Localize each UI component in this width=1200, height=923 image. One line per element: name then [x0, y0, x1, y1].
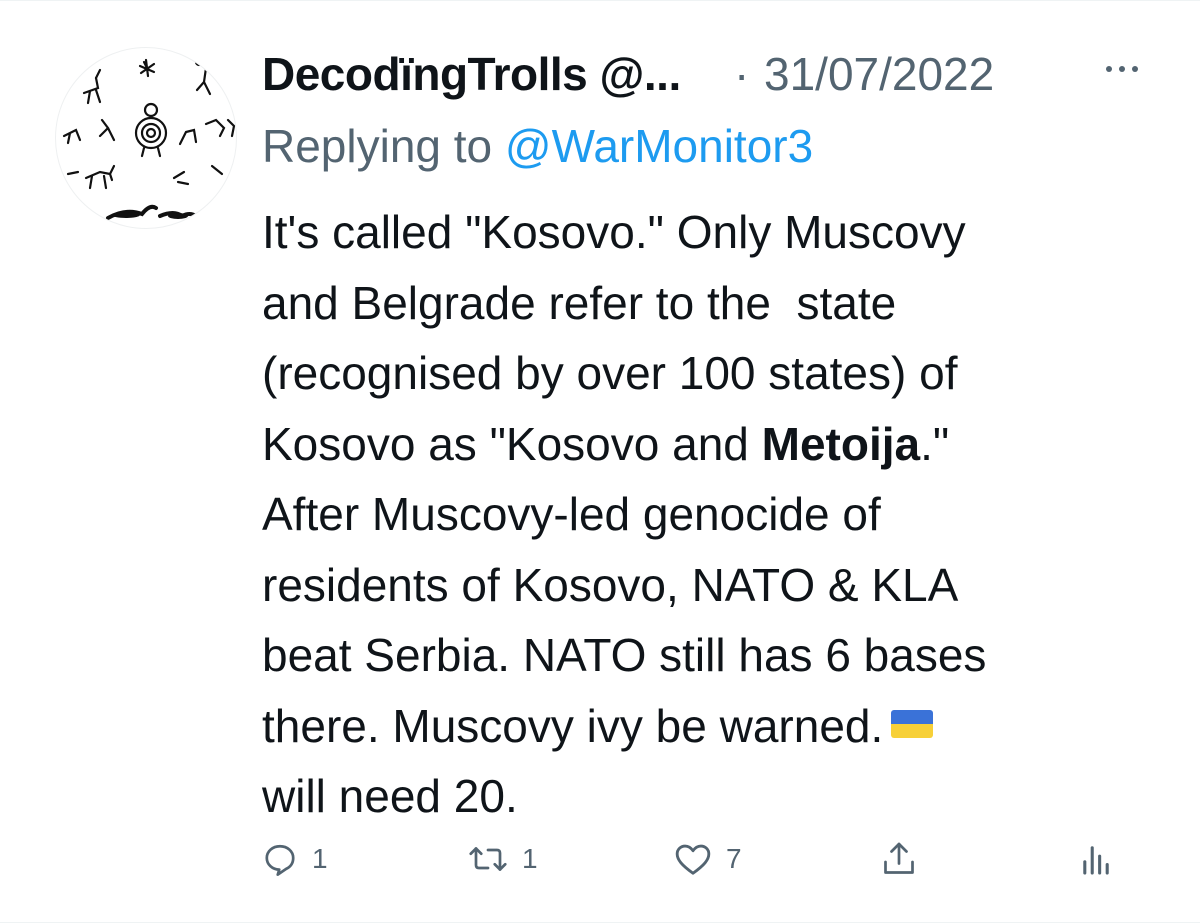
reply-count: 1 — [312, 843, 328, 874]
replying-to-handle-link[interactable]: @WarMonitor3 — [505, 120, 813, 172]
tweet-text-bold-segment: Metoija — [761, 417, 921, 470]
tweet-text-line: It's called "Kosovo." Only Muscovy — [262, 206, 966, 258]
reply-button[interactable]: 1 — [262, 836, 328, 882]
flag-top-stripe — [891, 709, 934, 724]
tweet-card[interactable]: DecodïngTrolls @... · 31/07/2022 Replyin… — [0, 0, 1200, 923]
tweet-header: DecodïngTrolls @... · 31/07/2022 — [262, 43, 1200, 103]
analytics-button[interactable] — [1082, 836, 1110, 882]
timestamp[interactable]: 31/07/2022 — [764, 47, 994, 101]
tweet-text-line: beat Serbia. NATO still has 6 bases — [262, 629, 987, 681]
like-count: 7 — [726, 843, 742, 874]
more-options-button[interactable] — [1098, 49, 1146, 89]
tweet-actions: 1 1 7 — [262, 836, 1122, 882]
tweet-text-line: (recognised by over 100 states) of — [262, 347, 958, 399]
share-icon — [884, 842, 914, 874]
retweet-button[interactable]: 1 — [468, 836, 538, 882]
petroglyph-avatar-image — [62, 57, 236, 220]
display-name[interactable]: DecodïngTrolls @... — [262, 47, 681, 101]
tweet-text: It's called "Kosovo." Only Muscovy and B… — [262, 197, 1162, 832]
ukraine-flag-emoji — [891, 709, 934, 738]
tweet-text-line: will need 20. — [262, 770, 518, 822]
reply-icon — [265, 844, 295, 876]
share-button[interactable] — [882, 836, 916, 882]
like-button[interactable]: 7 — [674, 836, 742, 882]
tweet-text-line: Kosovo as "Kosovo and Metoija." — [262, 409, 1162, 480]
tweet-text-line: there. Muscovy ivy be warned. — [262, 691, 1162, 762]
tweet-text-segment: there. Muscovy ivy be warned. — [262, 699, 884, 752]
flag-bottom-stripe — [891, 723, 934, 738]
replying-to-label: Replying to — [262, 120, 505, 172]
tweet-text-line: and Belgrade refer to the state — [262, 276, 897, 329]
retweet-icon — [469, 847, 507, 871]
tweet-text-segment: Kosovo as "Kosovo and — [262, 417, 762, 470]
avatar[interactable] — [55, 47, 237, 229]
heart-icon — [675, 844, 711, 875]
header-separator: · — [734, 48, 750, 100]
retweet-count: 1 — [522, 843, 538, 874]
tweet-text-line: After Muscovy-led genocide of — [262, 488, 881, 540]
tweet-text-line: residents of Kosovo, NATO & KLA — [262, 558, 959, 611]
more-icon — [1106, 66, 1138, 72]
analytics-icon — [1083, 846, 1109, 875]
tweet-text-segment: ." — [920, 417, 950, 470]
replying-to: Replying to @WarMonitor3 — [262, 119, 813, 173]
